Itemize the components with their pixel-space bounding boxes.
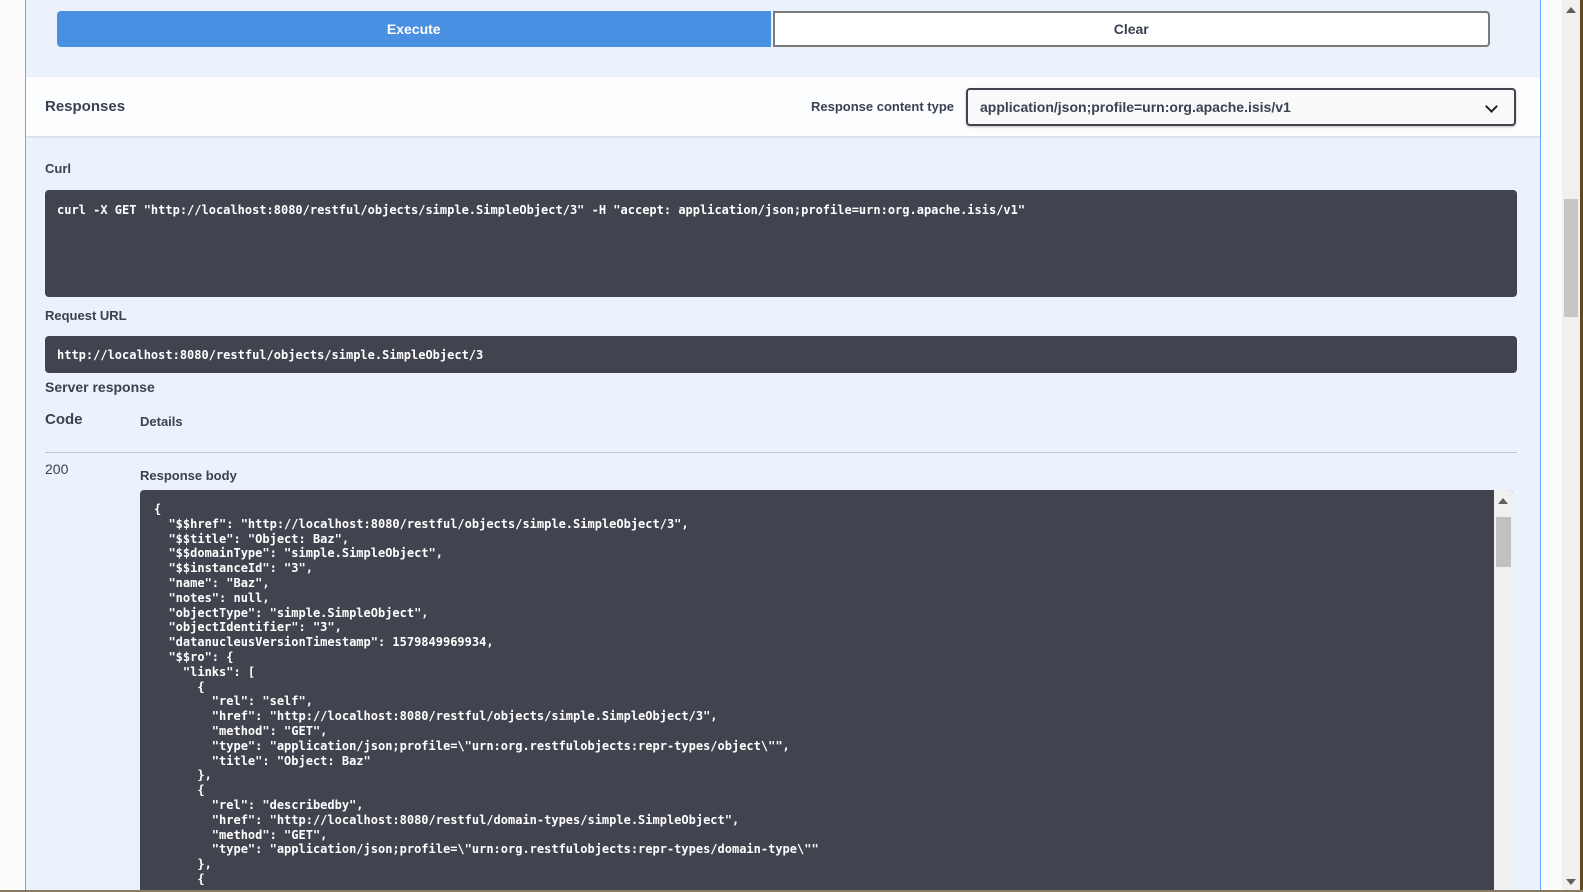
response-body-label: Response body: [140, 468, 237, 483]
request-url-value: http://localhost:8080/restful/objects/si…: [45, 336, 1517, 373]
page-scroll-up-icon[interactable]: [1566, 7, 1576, 13]
curl-command: curl -X GET "http://localhost:8080/restf…: [45, 190, 1517, 297]
swagger-operation-page: Execute Clear Responses Response content…: [0, 0, 1583, 892]
response-content-type-select[interactable]: application/json;profile=urn:org.apache.…: [966, 88, 1516, 126]
page-scroll-down-icon[interactable]: [1566, 879, 1576, 885]
curl-label: Curl: [45, 161, 71, 176]
response-body-panel: { "$$href": "http://localhost:8080/restf…: [140, 490, 1513, 892]
code-column-header: Code: [45, 411, 83, 428]
details-column-header: Details: [140, 414, 183, 429]
opblock-get: Execute Clear Responses Response content…: [25, 0, 1541, 892]
right-gutter: [1541, 0, 1562, 892]
page-scroll-thumb[interactable]: [1564, 199, 1578, 317]
execute-button[interactable]: Execute: [57, 11, 771, 47]
responses-section-header: Responses Response content type applicat…: [26, 77, 1540, 136]
scroll-up-icon[interactable]: [1498, 498, 1508, 504]
table-header-divider: [45, 452, 1517, 453]
request-url-label: Request URL: [45, 308, 127, 323]
response-body-code: { "$$href": "http://localhost:8080/restf…: [140, 490, 1494, 892]
page-scrollbar[interactable]: [1562, 0, 1580, 892]
response-body-scroll-thumb[interactable]: [1496, 517, 1511, 567]
chevron-down-icon: [1485, 100, 1498, 113]
response-content-type-value: application/json;profile=urn:org.apache.…: [980, 99, 1291, 115]
response-body-scrollbar[interactable]: [1494, 490, 1513, 892]
responses-title: Responses: [45, 98, 125, 115]
clear-button[interactable]: Clear: [773, 11, 1491, 47]
execute-row: Execute Clear: [57, 11, 1490, 47]
response-content-type-label: Response content type: [811, 99, 954, 114]
server-response-title: Server response: [45, 379, 155, 395]
status-code: 200: [45, 461, 68, 477]
